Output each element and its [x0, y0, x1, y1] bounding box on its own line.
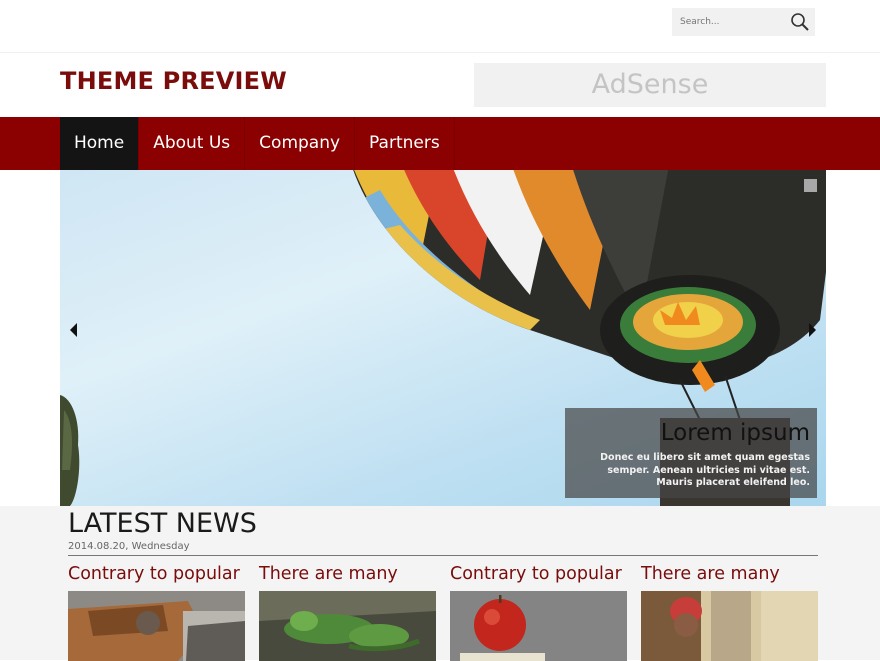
news-card-title[interactable]: There are many: [641, 560, 818, 588]
hero-slider: Lorem ipsum Donec eu libero sit amet qua…: [60, 170, 826, 506]
nav-item-partners[interactable]: Partners: [355, 117, 455, 170]
search-icon[interactable]: [789, 11, 811, 33]
slider-next-icon[interactable]: [806, 320, 820, 340]
news-divider: [68, 555, 818, 556]
news-card: Contrary to popular: [68, 560, 245, 661]
slide-caption-text: Donec eu libero sit amet quam egestas se…: [600, 452, 810, 488]
slider-pager-dot[interactable]: [804, 179, 817, 192]
news-card-image[interactable]: [450, 591, 627, 661]
slide-caption: Lorem ipsum Donec eu libero sit amet qua…: [565, 408, 817, 498]
news-card: There are many: [259, 560, 436, 661]
news-heading: LATEST NEWS: [68, 508, 257, 539]
search-box: [672, 8, 815, 36]
nav-item-home[interactable]: Home: [60, 117, 140, 170]
news-card: Contrary to popular: [450, 560, 627, 661]
news-card-title[interactable]: There are many: [259, 560, 436, 588]
slide-caption-title: Lorem ipsum: [660, 420, 810, 446]
top-bar: [0, 0, 880, 53]
nav-item-about-us[interactable]: About Us: [139, 117, 246, 170]
latest-news-section: LATEST NEWS 2014.08.20, Wednesday Contra…: [0, 506, 880, 661]
news-card-title[interactable]: Contrary to popular: [68, 560, 245, 588]
slider-prev-icon[interactable]: [66, 320, 80, 340]
site-logo[interactable]: THEME PREVIEW: [60, 67, 287, 95]
site-header: THEME PREVIEW AdSense: [0, 53, 880, 117]
news-card-image[interactable]: [68, 591, 245, 661]
ad-banner[interactable]: AdSense: [474, 63, 826, 107]
news-date: 2014.08.20, Wednesday: [68, 541, 190, 552]
search-input[interactable]: [672, 8, 790, 36]
news-card-image[interactable]: [259, 591, 436, 661]
news-card: There are many: [641, 560, 818, 661]
main-nav: Home About Us Company Partners: [0, 117, 880, 170]
nav-item-company[interactable]: Company: [245, 117, 356, 170]
news-card-image[interactable]: [641, 591, 818, 661]
news-card-title[interactable]: Contrary to popular: [450, 560, 627, 588]
